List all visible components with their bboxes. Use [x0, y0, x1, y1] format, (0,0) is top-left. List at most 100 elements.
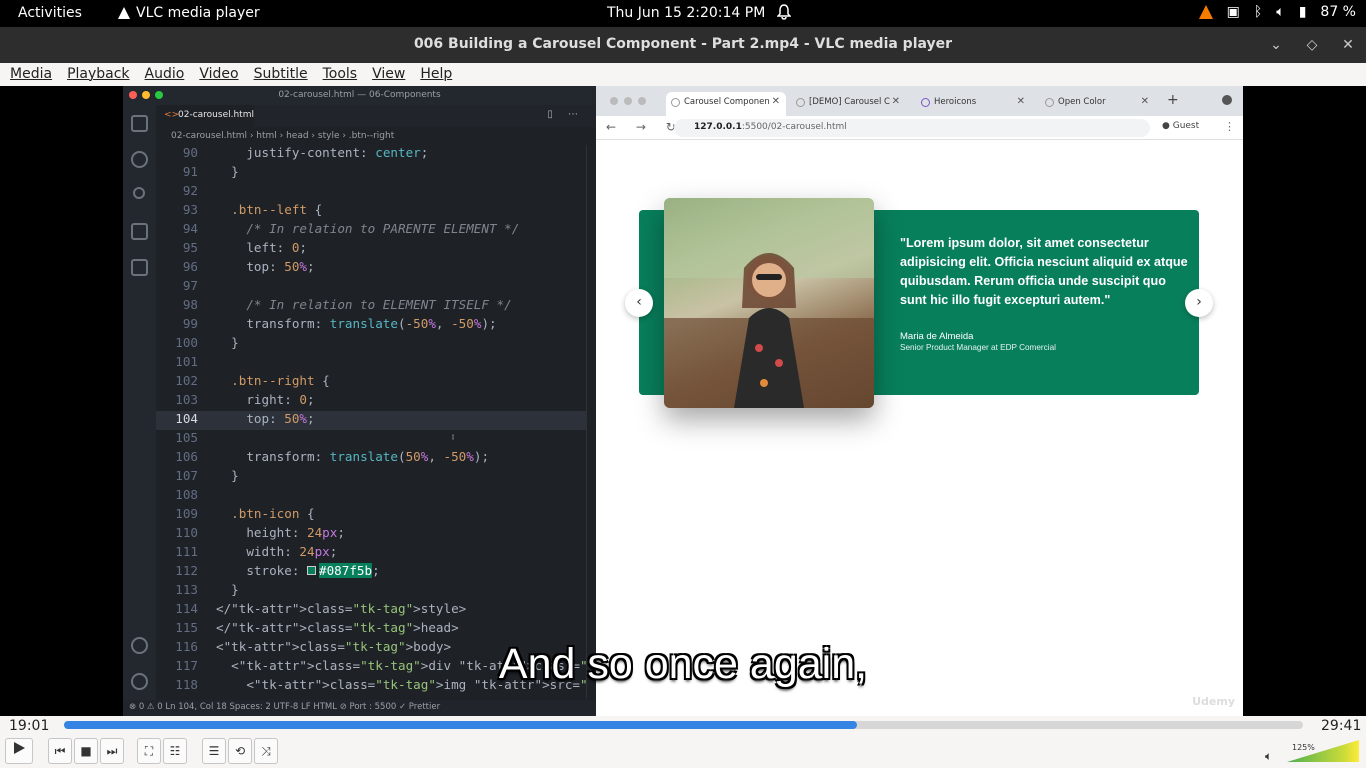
browser-tab-label: Carousel Componen: [684, 97, 770, 107]
code-line: 110 height: 24px;: [156, 525, 586, 544]
minimize-button[interactable]: ⌄: [1265, 34, 1287, 56]
url-host: 127.0.0.1: [694, 122, 742, 132]
close-tab-icon: ✕: [771, 96, 780, 107]
code-line: 108: [156, 487, 586, 506]
system-tray[interactable]: ▣ ᛒ 🔈︎ ▮ 87 %: [1198, 4, 1356, 20]
battery-percent: 87 %: [1320, 4, 1356, 20]
line-number: 101: [175, 354, 198, 369]
menu-view[interactable]: View: [362, 63, 410, 86]
extension-icon: [1222, 95, 1232, 105]
line-number: 97: [182, 278, 198, 293]
line-text: </"tk-attr">class="tk-tag">head>: [216, 620, 459, 635]
browser-tab: Heroicons ✕: [916, 92, 1031, 116]
browser-tab-label: Open Color: [1058, 97, 1106, 107]
line-text: }: [216, 335, 239, 350]
playlist-button[interactable]: ☰: [202, 738, 226, 764]
maximize-button[interactable]: ◇: [1301, 34, 1323, 56]
display-icon[interactable]: ▣: [1227, 4, 1240, 20]
menu-video[interactable]: Video: [189, 63, 243, 86]
guest-label: Guest: [1172, 121, 1200, 131]
subtitle-text: And so once again,: [498, 640, 868, 688]
stop-button[interactable]: ■: [74, 738, 98, 764]
code-line: 103 right: 0;: [156, 392, 586, 411]
code-line: 96 top: 50%;: [156, 259, 586, 278]
bell-icon: [777, 4, 791, 20]
line-text: left: 0;: [216, 240, 308, 255]
elapsed-time[interactable]: 19:01: [9, 718, 49, 734]
line-number: 113: [175, 582, 198, 597]
activities-button[interactable]: Activities: [18, 5, 82, 21]
video-vscode-window: 02-carousel.html — 06-Components <> 02-c…: [123, 86, 596, 716]
line-text: top: 50%;: [216, 259, 315, 274]
fullscreen-button[interactable]: ⛶: [137, 738, 161, 764]
menu-audio[interactable]: Audio: [135, 63, 190, 86]
loop-button[interactable]: ⟲: [228, 738, 252, 764]
vlc-tray-icon[interactable]: [1198, 5, 1213, 19]
playback-controls: 19:01 29:41 ⏮︎ ■ ⏭︎ ⛶ ☷ ☰ ⟲ ⤨ 🔈︎ 125%: [0, 716, 1366, 768]
code-line: 113 }: [156, 582, 586, 601]
line-number: 91: [182, 164, 198, 179]
tab-label: 02-carousel.html: [178, 110, 254, 120]
window-titlebar[interactable]: 006 Building a Carousel Component - Part…: [0, 27, 1366, 63]
text-cursor-icon: [452, 434, 454, 440]
globe-icon: [1045, 98, 1054, 107]
total-time[interactable]: 29:41: [1321, 718, 1361, 734]
line-text: .btn--left {: [231, 202, 323, 217]
browser-tab: Carousel Componen ✕: [666, 92, 786, 116]
playlist-icon: ☰: [208, 744, 220, 758]
line-text: /* In relation to PARENTE ELEMENT */: [216, 221, 520, 236]
clock[interactable]: Thu Jun 15 2:20:14 PM: [607, 5, 765, 21]
line-number: 99: [182, 316, 198, 331]
globe-icon: [796, 98, 805, 107]
line-number: 108: [175, 487, 198, 502]
volume-level-label: 125%: [1292, 743, 1315, 752]
code-line: 98 /* In relation to ELEMENT ITSELF */: [156, 297, 586, 316]
testimonial-quote: "Lorem ipsum dolor, sit amet consectetur…: [900, 236, 1188, 307]
browser-nav-icons: ← → ↻: [606, 120, 684, 134]
menu-media[interactable]: Media: [0, 63, 57, 86]
menu-help[interactable]: Help: [410, 63, 457, 86]
line-number: 111: [175, 544, 198, 559]
code-line: 99 transform: translate(-50%, -50%);: [156, 316, 586, 335]
code-line: 101: [156, 354, 586, 373]
volume-icon[interactable]: 🔈︎: [1276, 4, 1284, 20]
app-name: VLC media player: [136, 5, 260, 21]
mute-icon[interactable]: 🔈︎: [1265, 749, 1272, 764]
seek-bar[interactable]: [64, 721, 1303, 729]
next-button[interactable]: ⏭︎: [100, 738, 124, 764]
page-content: "Lorem ipsum dolor, sit amet consectetur…: [596, 140, 1243, 716]
code-line: 104 top: 50%;: [156, 411, 586, 430]
line-text: .btn-icon {: [231, 506, 315, 521]
line-number: 102: [175, 373, 198, 388]
woman-photo-image: [664, 198, 874, 408]
code-line: 95 left: 0;: [156, 240, 586, 259]
line-text: /* In relation to ELEMENT ITSELF */: [216, 297, 512, 312]
browser-tab-label: Heroicons: [934, 97, 977, 107]
menu-tools[interactable]: Tools: [313, 63, 363, 86]
browser-tab-label: [DEMO] Carousel C: [809, 97, 890, 107]
line-text: height: 24px;: [216, 525, 345, 540]
vscode-activity-bar: [123, 105, 156, 701]
close-tab-icon: ✕: [1016, 96, 1025, 107]
bluetooth-icon[interactable]: ᛒ: [1254, 4, 1262, 20]
shuffle-button[interactable]: ⤨: [254, 738, 278, 764]
seek-progress: [64, 721, 857, 729]
play-button[interactable]: [5, 738, 33, 764]
skip-back-icon: ⏮︎: [54, 744, 66, 758]
close-button[interactable]: ✕: [1337, 34, 1359, 56]
battery-icon[interactable]: ▮: [1299, 4, 1307, 20]
testimonial-author: Maria de Almeida: [900, 331, 974, 342]
extended-settings-button[interactable]: ☷: [163, 738, 187, 764]
line-number: 100: [175, 335, 198, 350]
browser-tab: Open Color ✕: [1040, 92, 1155, 116]
code-line: 115 </"tk-attr">class="tk-tag">head>: [156, 620, 586, 639]
previous-button[interactable]: ⏮︎: [48, 738, 72, 764]
line-number: 94: [182, 221, 198, 236]
line-text: }: [216, 468, 239, 483]
explorer-icon: [131, 115, 148, 132]
stop-icon: ■: [80, 744, 92, 758]
app-menu[interactable]: VLC media player: [118, 5, 260, 21]
menu-subtitle[interactable]: Subtitle: [244, 63, 313, 86]
menu-playback[interactable]: Playback: [57, 63, 134, 86]
code-line: 114 </"tk-attr">class="tk-tag">style>: [156, 601, 586, 620]
